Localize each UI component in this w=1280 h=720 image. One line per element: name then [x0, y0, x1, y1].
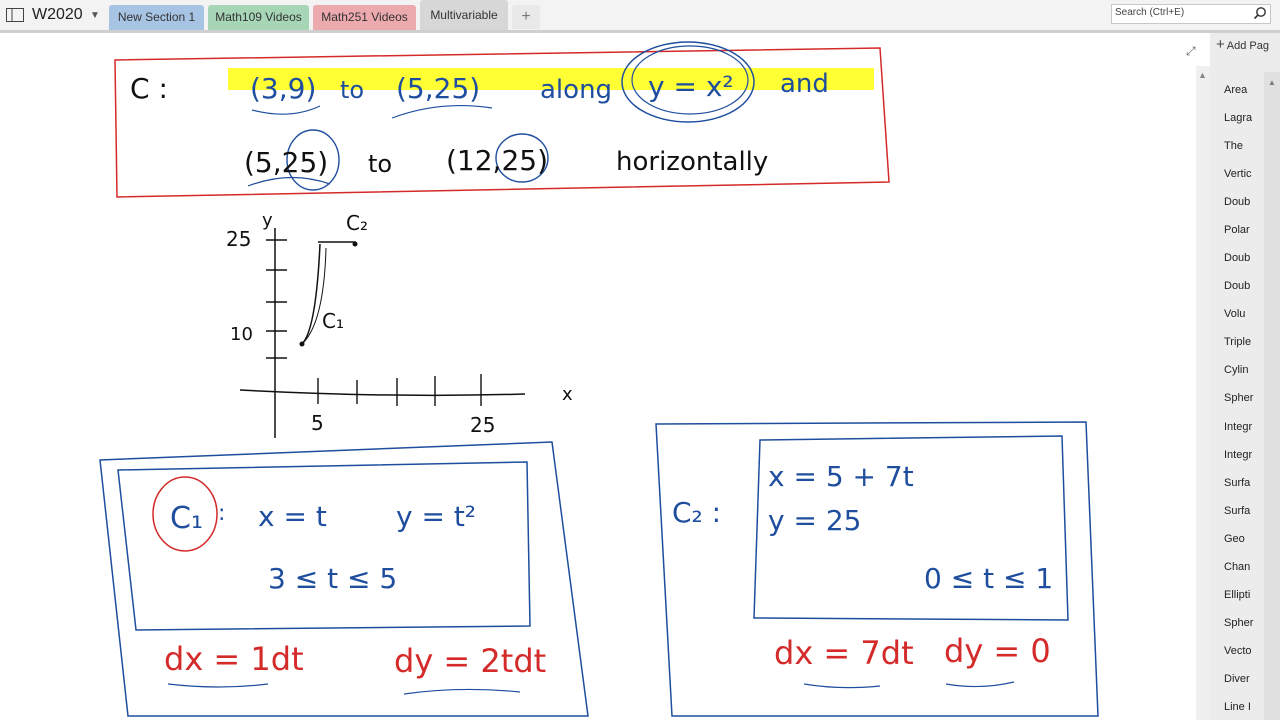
- tab-label: Multivariable: [430, 8, 498, 22]
- ink-point-b: (5,25): [396, 72, 480, 105]
- page-canvas[interactable]: C : (3,9) to (5,25) along y = x² and (5,…: [0, 33, 1196, 720]
- page-item[interactable]: Surfa: [1224, 505, 1250, 517]
- search-input[interactable]: Search (Ctrl+E): [1111, 4, 1271, 24]
- c1-colon: :: [218, 501, 225, 526]
- graph-x-ticks: [317, 374, 482, 406]
- ink-underline: [391, 104, 493, 119]
- c2-dx: dx = 7dt: [774, 634, 914, 672]
- graph-y-label: y: [262, 210, 273, 231]
- page-item[interactable]: Polar: [1224, 224, 1250, 236]
- c2-dy: dy = 0: [944, 632, 1051, 670]
- chevron-down-icon[interactable]: ▼: [90, 10, 100, 21]
- page-item[interactable]: Doub: [1224, 280, 1250, 292]
- ink-drawing: C : (3,9) to (5,25) along y = x² and (5,…: [99, 41, 1099, 717]
- ink-underline: [803, 683, 881, 689]
- c2-x-eq: x = 5 + 7t: [768, 460, 914, 493]
- page-item[interactable]: Line I: [1224, 701, 1251, 713]
- ink-to: to: [340, 76, 364, 104]
- graph-x-axis: [239, 389, 526, 397]
- search-icon[interactable]: [1253, 6, 1267, 20]
- page-item[interactable]: Area: [1224, 84, 1247, 96]
- page-item[interactable]: Geo: [1224, 533, 1245, 545]
- pages-scrollbar[interactable]: [1264, 72, 1280, 720]
- tab-label: New Section 1: [117, 10, 196, 24]
- graph-point: [352, 241, 358, 247]
- tab-math109-videos[interactable]: Math109 Videos: [208, 5, 309, 30]
- tick-label: 25: [226, 227, 251, 251]
- ink-underline: [251, 105, 321, 115]
- page-item[interactable]: Lagra: [1224, 112, 1252, 124]
- page-item[interactable]: Doub: [1224, 252, 1250, 264]
- page-item[interactable]: Volu: [1224, 308, 1245, 320]
- ink-underline: [945, 681, 1015, 688]
- c1-x-eq: x = t: [258, 500, 327, 533]
- page-item[interactable]: Spher: [1224, 392, 1253, 404]
- tick-label: 5: [311, 411, 324, 435]
- tab-label: Math109 Videos: [215, 10, 302, 24]
- page-item[interactable]: Doub: [1224, 196, 1250, 208]
- ink-point-a: (3,9): [250, 72, 316, 105]
- c1-dy: dy = 2tdt: [394, 642, 546, 680]
- c1-y-eq: y = t²: [396, 500, 476, 533]
- tab-math251-videos[interactable]: Math251 Videos: [313, 5, 416, 30]
- tick-label: 10: [230, 324, 253, 345]
- page-item[interactable]: Triple: [1224, 336, 1251, 348]
- blue-box-c1-inner: [117, 461, 531, 631]
- ink-equation: y = x²: [648, 70, 734, 103]
- expand-icon[interactable]: ⤢: [1186, 44, 1196, 59]
- c2-name: C₂ :: [672, 496, 721, 529]
- graph-label-c1: C₁: [322, 309, 344, 333]
- ink-horizontally: horizontally: [616, 147, 768, 177]
- canvas-scrollbar[interactable]: [1196, 66, 1210, 720]
- add-section-button[interactable]: +: [512, 5, 540, 29]
- page-item[interactable]: Ellipti: [1224, 589, 1250, 601]
- page-item[interactable]: Chan: [1224, 561, 1250, 573]
- tab-new-section-1[interactable]: New Section 1: [109, 5, 204, 30]
- tab-multivariable[interactable]: Multivariable: [420, 0, 508, 30]
- ink-to: to: [368, 150, 392, 178]
- ink-curve-label: C :: [130, 72, 168, 105]
- section-tab-bar: W2020 ▼ New Section 1 Math109 Videos Mat…: [0, 0, 1280, 30]
- notebook-title[interactable]: W2020: [32, 6, 83, 24]
- ink-point-c: (5,25): [244, 146, 328, 179]
- page-item[interactable]: Surfa: [1224, 477, 1250, 489]
- tick-label: 25: [470, 413, 495, 437]
- page-item[interactable]: The: [1224, 140, 1243, 152]
- graph-y-ticks: [266, 239, 287, 359]
- tab-label: Math251 Videos: [321, 10, 408, 24]
- notebook-icon[interactable]: [6, 8, 24, 22]
- graph-point: [299, 341, 305, 347]
- page-item[interactable]: Integr: [1224, 449, 1252, 461]
- plus-icon: +: [1216, 36, 1225, 53]
- page-item[interactable]: Cylin: [1224, 364, 1248, 376]
- graph-label-c2: C₂: [346, 211, 368, 235]
- page-item[interactable]: Vertic: [1224, 168, 1252, 180]
- c1-range: 3 ≤ t ≤ 5: [268, 562, 397, 595]
- ink-and: and: [780, 69, 829, 99]
- search-placeholder: Search (Ctrl+E): [1115, 7, 1185, 18]
- ink-underline: [167, 683, 269, 688]
- ink-along: along: [540, 75, 612, 105]
- ink-point-d: (12,25): [446, 144, 548, 177]
- c2-range: 0 ≤ t ≤ 1: [924, 562, 1053, 595]
- scroll-up-icon[interactable]: ▲: [1198, 70, 1207, 80]
- add-page-button[interactable]: + Add Pag: [1216, 36, 1269, 53]
- page-item[interactable]: Spher: [1224, 617, 1253, 629]
- c1-dx: dx = 1dt: [164, 640, 304, 678]
- c2-y-eq: y = 25: [768, 504, 861, 537]
- page-item[interactable]: Diver: [1224, 673, 1250, 685]
- add-page-label: Add Pag: [1226, 40, 1269, 52]
- ink-underline: [403, 688, 521, 695]
- graph-x-label: x: [562, 384, 573, 405]
- c1-name: C₁: [170, 501, 203, 536]
- page-item[interactable]: Vecto: [1224, 645, 1252, 657]
- scroll-up-icon[interactable]: ▲: [1268, 78, 1276, 87]
- curve-c1: [301, 243, 321, 345]
- page-item[interactable]: Integr: [1224, 421, 1252, 433]
